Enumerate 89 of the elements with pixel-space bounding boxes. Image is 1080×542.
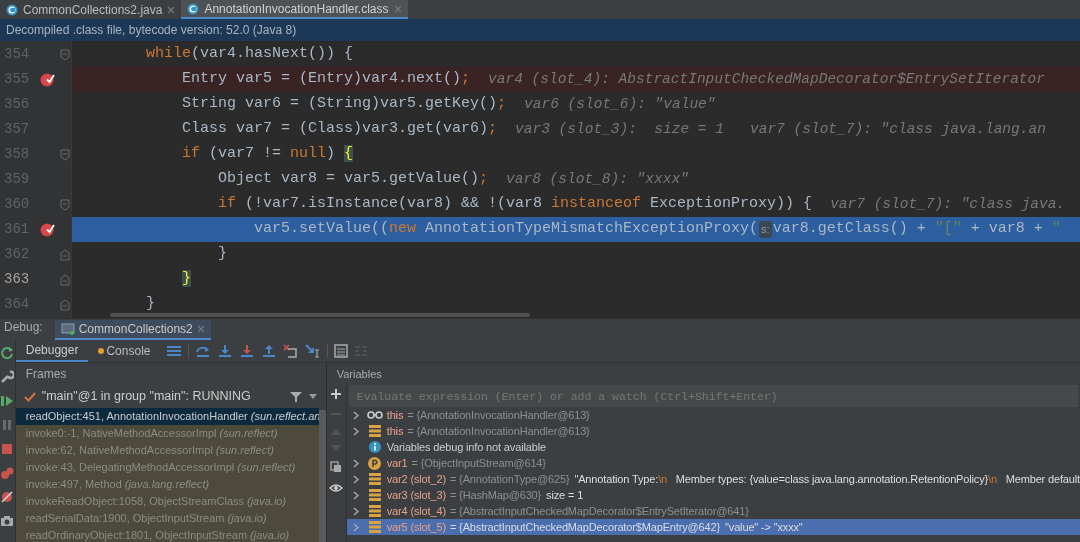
code-line: } xyxy=(218,244,227,265)
stack-frame[interactable]: invoke:62, NativeMethodAccessorImpl (sun.reflect) xyxy=(15,442,319,459)
fold-icon[interactable] xyxy=(60,198,70,211)
variable-row[interactable]: this = {AnnotationInvocationHandler@613} xyxy=(346,407,1080,423)
add-icon[interactable] xyxy=(331,389,342,399)
stack-frame[interactable]: invokeReadObject:1058, ObjectStreamClass (java.io) xyxy=(15,493,319,510)
code-line: var5.setValue((new AnnotationTypeMismatchExceptionProxy( xyxy=(254,219,759,240)
code-line: if (var7 != null) { xyxy=(182,144,354,165)
scrollbar[interactable] xyxy=(318,410,326,542)
stack-frame[interactable]: invoke:43, DelegatingMethodAccessorImpl (sun.reflect) xyxy=(15,459,319,476)
variable-row[interactable]: var4 (slot_4) = {AbstractInputCheckedMapDecorator$EntrySetIterator@641} xyxy=(346,503,1080,519)
thread-selector[interactable]: "main"@1 in group "main": RUNNING xyxy=(41,387,251,406)
variable-icon xyxy=(368,473,381,485)
variable-row[interactable]: var3 (slot_3) = {HashMap@630} size = 1 xyxy=(346,487,1080,503)
inline-value-hint: var4 (slot_4): AbstractInputCheckedMapDecorator$EntrySetIterator xyxy=(488,69,1045,89)
glasses-icon xyxy=(366,411,383,419)
fold-icon[interactable] xyxy=(60,48,70,61)
filter-icon[interactable] xyxy=(289,390,302,403)
eye-icon[interactable] xyxy=(329,483,344,495)
variable-row[interactable]: var1 = {ObjectInputStream@614} xyxy=(346,455,1080,471)
resume-icon[interactable] xyxy=(0,394,15,408)
code-line: var8.getClass() + "[" + var8 + " xyxy=(772,219,1061,240)
panel-tab[interactable]: Console xyxy=(88,340,161,362)
code-line: Class var7 = (Class)var3.get(var6); xyxy=(182,119,498,140)
editor-tab[interactable]: CommonCollections2.java xyxy=(0,0,182,19)
camera-icon[interactable] xyxy=(0,514,15,528)
close-icon[interactable] xyxy=(393,4,402,13)
warning-icon xyxy=(98,347,105,355)
variable-icon xyxy=(368,489,381,501)
stack-frame[interactable]: readSerialData:1900, ObjectInputStream (java.io) xyxy=(15,510,319,527)
code-line: String var6 = (String)var5.getKey(); xyxy=(182,94,507,115)
line-number: 363 xyxy=(3,270,31,289)
inline-value-hint: var3 (slot_3): size = 1 var7 (slot_7): "class java.lang.an xyxy=(515,119,1046,139)
stack-frame[interactable]: invoke:497, Method (java.lang.reflect) xyxy=(15,476,319,493)
drop-frame-icon[interactable] xyxy=(283,344,300,358)
code-line: while(var4.hasNext()) { xyxy=(146,44,354,65)
code-line: Object var8 = var5.getValue(); xyxy=(218,169,489,190)
dropdown-icon[interactable] xyxy=(307,393,318,400)
inline-value-hint: var6 (slot_6): "value" xyxy=(524,94,716,114)
variable-icon xyxy=(368,425,381,437)
fold-icon[interactable] xyxy=(60,273,70,286)
wrench-icon[interactable] xyxy=(0,370,15,384)
breakpoint-icon[interactable] xyxy=(39,72,55,87)
step-over-icon[interactable] xyxy=(195,344,212,358)
inline-value-hint: var7 (slot_7): "class java. xyxy=(830,194,1066,214)
breakpoint-icon[interactable] xyxy=(39,222,55,237)
fold-icon[interactable] xyxy=(60,248,70,261)
step-into-icon[interactable] xyxy=(217,344,234,358)
variable-icon xyxy=(368,521,381,533)
mute-breakpoints-icon[interactable] xyxy=(0,490,15,504)
force-step-into-icon[interactable] xyxy=(239,344,256,358)
fold-icon[interactable] xyxy=(60,298,70,311)
menu-icon[interactable] xyxy=(166,344,183,358)
run-to-cursor-icon[interactable] xyxy=(305,344,322,358)
pane-title: Variables xyxy=(336,366,382,382)
rerun-icon[interactable] xyxy=(0,346,15,360)
checkmark-icon xyxy=(23,391,36,402)
close-icon[interactable] xyxy=(167,5,176,14)
code-line: Entry var5 = (Entry)var4.next(); xyxy=(182,69,471,90)
parameter-icon xyxy=(368,456,382,470)
inline-value-hint: var8 (slot_8): "xxxx" xyxy=(506,169,689,189)
panel-title: Debug: xyxy=(3,319,44,336)
breakpoints-icon[interactable] xyxy=(0,466,15,480)
session-tab[interactable]: CommonCollections2 xyxy=(54,320,211,340)
variable-row[interactable]: var5 (slot_5) = {AbstractInputCheckedMapDecorator$MapEntry@642} "value" -> "xxxx" xyxy=(346,519,1080,535)
variable-row[interactable]: var2 (slot_2) = {AnnotationType@625} "Annotation Type:\n Member types: {value=class java.lang.annotation.RetentionPolicy}\n Member default xyxy=(346,471,1080,487)
down-icon xyxy=(331,445,342,451)
stop-icon[interactable] xyxy=(0,442,15,456)
parameter-hint: s: xyxy=(759,221,772,238)
class-file-icon xyxy=(6,3,18,16)
step-out-icon[interactable] xyxy=(261,344,278,358)
copy-icon[interactable] xyxy=(330,461,343,473)
class-file-icon xyxy=(187,2,200,15)
calculator-icon[interactable] xyxy=(334,344,349,358)
variable-row[interactable]: Variables debug info not available xyxy=(346,439,1080,455)
stack-frame[interactable]: readOrdinaryObject:1801, ObjectInputStream (java.io) xyxy=(15,527,319,542)
up-icon xyxy=(331,429,342,435)
editor-tab[interactable]: AnnotationInvocationHandler.class xyxy=(181,0,408,19)
stack-frame[interactable]: invoke0:-1, NativeMethodAccessorImpl (sun.reflect) xyxy=(15,425,319,442)
info-icon xyxy=(368,441,381,453)
info-banner: Decompiled .class file, bytecode version: 52.0 (Java 8) xyxy=(0,19,1080,41)
variable-row[interactable]: this = {AnnotationInvocationHandler@613} xyxy=(346,423,1080,439)
code-line: if (!var7.isInstance(var8) && !(var8 instanceof ExceptionProxy)) { xyxy=(218,194,813,215)
fold-icon[interactable] xyxy=(60,148,70,161)
pane-title: Frames xyxy=(25,366,67,383)
close-icon[interactable] xyxy=(196,325,205,333)
console-icon xyxy=(60,323,75,335)
code-line: } xyxy=(146,294,155,315)
variable-icon xyxy=(368,505,381,517)
